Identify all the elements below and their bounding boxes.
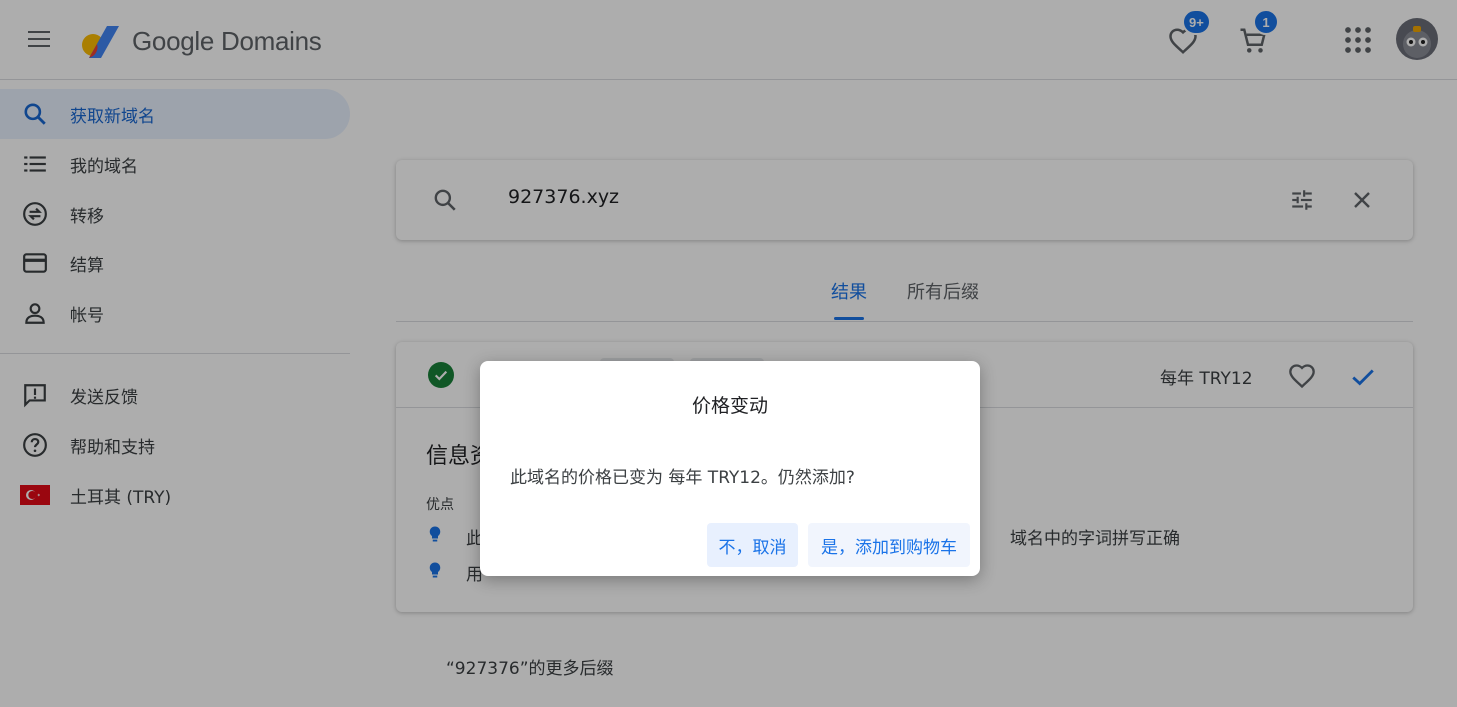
modal-scrim[interactable] [0,0,1457,707]
cancel-button[interactable]: 不，取消 [707,523,798,567]
price-change-dialog: 价格变动 此域名的价格已变为 每年 TRY12。仍然添加? 不，取消 是，添加到… [480,361,980,576]
add-to-cart-button[interactable]: 是，添加到购物车 [808,523,970,567]
dialog-title: 价格变动 [691,395,768,417]
dialog-body: 此域名的价格已变为 每年 TRY12。仍然添加? [510,468,855,488]
